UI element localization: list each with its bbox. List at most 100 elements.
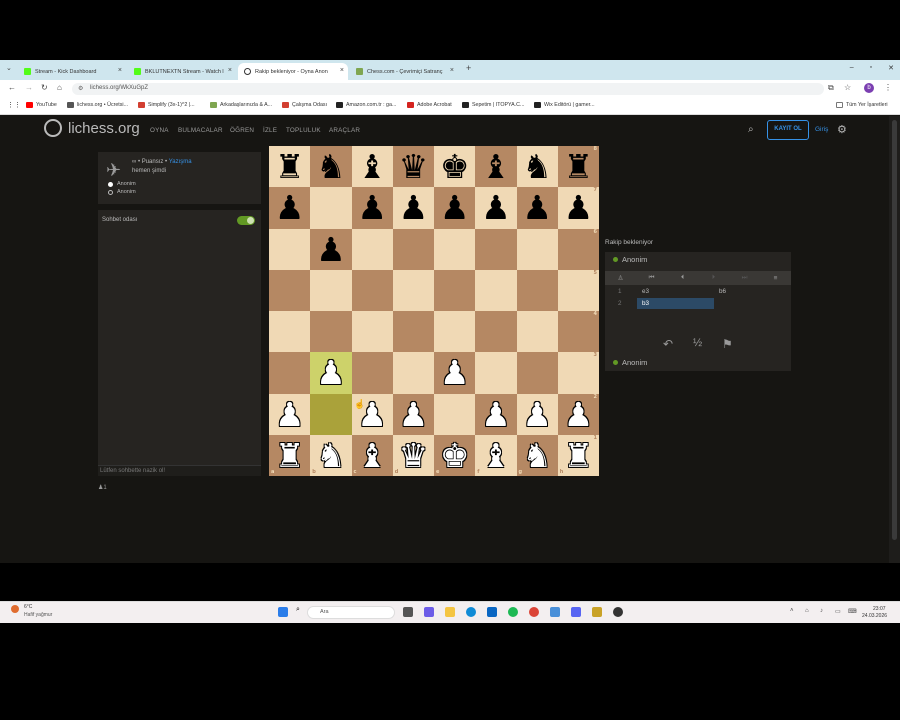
black-king-icon[interactable]: ♚	[440, 150, 470, 183]
square-b4[interactable]	[310, 311, 352, 353]
square-a1[interactable]: ♜ a	[269, 434, 311, 476]
bookmark-chess-friends[interactable]: Arkadaşlarınızla & A...	[210, 102, 272, 108]
square-a2[interactable]: ♟	[269, 393, 311, 435]
tab-kick-dashboard[interactable]: Stream - Kick Dashboard ×	[18, 63, 126, 80]
tab-list-icon[interactable]: ⌄	[6, 64, 12, 72]
square-h4[interactable]: 4	[557, 311, 599, 353]
black-pawn-icon[interactable]: ♟	[522, 191, 552, 224]
white-knight-icon[interactable]: ♞	[316, 439, 346, 472]
square-d6[interactable]	[392, 228, 434, 270]
keyboard-icon[interactable]: ⌨	[848, 608, 857, 615]
takeback-icon[interactable]: ↶	[663, 337, 673, 351]
black-pawn-icon[interactable]: ♟	[564, 191, 594, 224]
white-pawn-icon[interactable]: ♟	[481, 398, 511, 431]
start-icon[interactable]	[278, 607, 288, 617]
nav-play[interactable]: OYNA	[150, 127, 169, 134]
install-icon[interactable]: ⧉	[828, 83, 834, 93]
first-move-icon[interactable]: ⏮	[636, 274, 667, 282]
square-g3[interactable]	[516, 352, 558, 394]
square-e4[interactable]	[434, 311, 476, 353]
page-scrollbar[interactable]	[889, 116, 900, 563]
network-icon[interactable]: ⌂	[805, 608, 809, 614]
white-king-icon[interactable]: ♚	[440, 439, 470, 472]
square-a5[interactable]	[269, 269, 311, 311]
minimize-icon[interactable]: –	[850, 64, 854, 72]
square-d4[interactable]	[392, 311, 434, 353]
black-rook-icon[interactable]: ♜	[275, 150, 305, 183]
close-tab-icon[interactable]: ×	[228, 67, 232, 74]
move-white[interactable]: e3	[642, 288, 649, 295]
flip-board-icon[interactable]: ♙	[605, 274, 636, 282]
white-pawn-icon[interactable]: ♟	[275, 398, 305, 431]
white-queen-icon[interactable]: ♛	[399, 439, 429, 472]
square-h5[interactable]: 5	[557, 269, 599, 311]
square-c3[interactable]	[351, 352, 393, 394]
square-h3[interactable]: 3	[557, 352, 599, 394]
square-e3[interactable]: ♟	[434, 352, 476, 394]
square-d1[interactable]: ♛ d	[392, 434, 434, 476]
black-player[interactable]: Anonim	[108, 189, 136, 195]
app-icon[interactable]	[592, 607, 602, 617]
black-pawn-icon[interactable]: ♟	[399, 191, 429, 224]
task-view-icon[interactable]	[403, 607, 413, 617]
square-c1[interactable]: ♝ c	[351, 434, 393, 476]
square-g1[interactable]: ♞ g	[516, 434, 558, 476]
square-d8[interactable]: ♛	[392, 146, 434, 188]
move-black[interactable]: b6	[719, 288, 726, 295]
white-rook-icon[interactable]: ♜	[564, 439, 594, 472]
home-icon[interactable]: ⌂	[57, 83, 62, 92]
close-tab-icon[interactable]: ×	[450, 67, 454, 74]
store-icon[interactable]	[487, 607, 497, 617]
square-c5[interactable]	[351, 269, 393, 311]
square-c6[interactable]	[351, 228, 393, 270]
edge-icon[interactable]	[466, 607, 476, 617]
square-f8[interactable]: ♝	[475, 146, 517, 188]
square-a6[interactable]	[269, 228, 311, 270]
square-g8[interactable]: ♞	[516, 146, 558, 188]
nav-puzzles[interactable]: BULMACALAR	[178, 127, 223, 134]
square-h6[interactable]: 6	[557, 228, 599, 270]
correspondence-link[interactable]: Yazışma	[169, 159, 192, 165]
square-d3[interactable]	[392, 352, 434, 394]
black-bishop-icon[interactable]: ♝	[357, 150, 387, 183]
white-player[interactable]: Anonim	[108, 181, 136, 187]
resign-flag-icon[interactable]: ⚑	[722, 337, 733, 351]
square-e1[interactable]: ♚ e	[434, 434, 476, 476]
bookmark-youtube[interactable]: YouTube	[26, 102, 57, 108]
gear-icon[interactable]: ⚙	[837, 123, 847, 136]
speaker-icon[interactable]: ♪	[820, 608, 823, 614]
square-f2[interactable]: ♟	[475, 393, 517, 435]
white-pawn-icon[interactable]: ♟	[522, 398, 552, 431]
square-a4[interactable]	[269, 311, 311, 353]
square-d5[interactable]	[392, 269, 434, 311]
tray-arrow-icon[interactable]: ˄	[790, 608, 794, 614]
square-g7[interactable]: ♟	[516, 187, 558, 229]
black-pawn-icon[interactable]: ♟	[481, 191, 511, 224]
chess-board[interactable]: ♜ ♞ ♝ ♛ ♚ ♝ ♞ ♜ 8 ♟ ♟ ♟ ♟ ♟ ♟ ♟ 7 ♟ 6 5 4 ♟ ♟ 3 ♟ ♟ ♟ ♟ ♟ ♟ 2 ♜ a ♞ b ♝ c ♛ d ♚…	[269, 146, 599, 476]
black-rook-icon[interactable]: ♜	[564, 150, 594, 183]
signup-button[interactable]: KAYIT OL	[767, 120, 809, 140]
url-field[interactable]: lichess.org/WkXuGpZ	[72, 83, 824, 95]
black-pawn-icon[interactable]: ♟	[440, 191, 470, 224]
apps-icon[interactable]: ⋮⋮	[7, 101, 21, 109]
square-d2[interactable]: ♟	[392, 393, 434, 435]
white-knight-icon[interactable]: ♞	[522, 439, 552, 472]
clock-time[interactable]: 23:07	[873, 606, 886, 612]
opponent-player[interactable]: Anonim	[613, 255, 647, 264]
chat-toggle[interactable]	[237, 216, 255, 225]
white-bishop-icon[interactable]: ♝	[481, 439, 511, 472]
forward-icon[interactable]: →	[25, 83, 33, 92]
nav-community[interactable]: TOPLULUK	[286, 127, 321, 134]
battery-icon[interactable]: ▭	[835, 608, 841, 615]
move-white[interactable]: b3	[642, 300, 649, 307]
square-f5[interactable]	[475, 269, 517, 311]
square-c8[interactable]: ♝	[351, 146, 393, 188]
square-e7[interactable]: ♟	[434, 187, 476, 229]
square-h7[interactable]: ♟ 7	[557, 187, 599, 229]
all-bookmarks[interactable]: Tüm Yer İşaretleri	[836, 102, 888, 108]
offer-draw-button[interactable]: ½	[693, 337, 702, 349]
square-c7[interactable]: ♟	[351, 187, 393, 229]
square-b5[interactable]	[310, 269, 352, 311]
black-pawn-icon[interactable]: ♟	[357, 191, 387, 224]
spotify-icon[interactable]	[508, 607, 518, 617]
